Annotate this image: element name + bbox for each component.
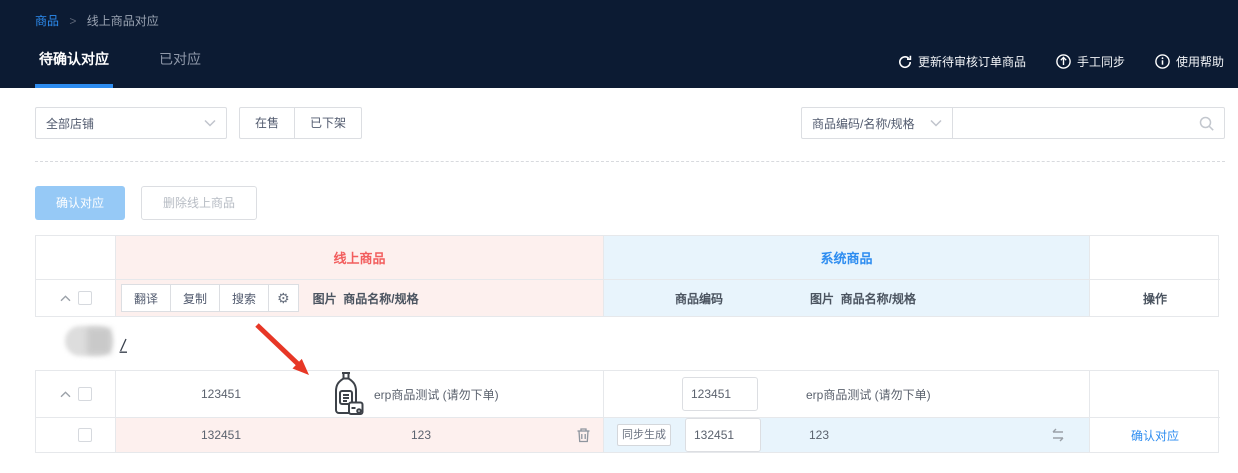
row-checkbox[interactable] — [78, 428, 92, 442]
product-match-table: 线上商品 系统商品 翻译 复制 搜索 ⚙ 图片 商品名称/规格 商品编码 图片 … — [35, 235, 1219, 453]
shop-filter-value: 全部店铺 — [46, 115, 94, 132]
row-select-cell — [36, 417, 116, 452]
swap-icon[interactable] — [1049, 428, 1067, 443]
shop-filter-select[interactable]: 全部店铺 — [35, 107, 227, 139]
row-action-cell — [1090, 371, 1220, 417]
online-product-name: erp商品测试 (请勿下单) — [374, 386, 499, 403]
redaction-artifact — [118, 337, 129, 354]
confirm-match-button[interactable]: 确认对应 — [35, 186, 125, 220]
online-product-code: 123451 — [116, 387, 326, 401]
dashed-divider — [35, 161, 1225, 162]
tab-matched[interactable]: 已对应 — [155, 49, 205, 88]
online-product-group-header: 线上商品 — [116, 236, 604, 279]
chevron-down-icon — [204, 119, 216, 127]
refresh-pending-order-products-button[interactable]: 更新待审核订单商品 — [898, 53, 1026, 70]
trash-icon[interactable] — [576, 427, 591, 443]
breadcrumb: 商品 > 线上商品对应 — [0, 0, 1238, 29]
system-code-input[interactable] — [682, 377, 758, 411]
breadcrumb-current: 线上商品对应 — [87, 14, 159, 28]
topbar: 商品 > 线上商品对应 待确认对应 已对应 更新待审核订单商品 手工同步 使用帮… — [0, 0, 1238, 88]
online-product-matching-page: 商品 > 线上商品对应 待确认对应 已对应 更新待审核订单商品 手工同步 使用帮… — [0, 0, 1238, 473]
gear-icon[interactable]: ⚙ — [268, 284, 299, 312]
search-type-value: 商品编码/名称/规格 — [812, 115, 915, 132]
system-product-group-header: 系统商品 — [604, 236, 1090, 279]
search-input[interactable] — [953, 108, 1224, 138]
breadcrumb-separator: > — [69, 14, 76, 28]
batch-toolbar: 确认对应 删除线上商品 — [35, 186, 1238, 220]
system-product-name: erp商品测试 (请勿下单) — [806, 386, 931, 403]
header-blank-cell-right — [1090, 236, 1220, 279]
search-tool-button[interactable]: 搜索 — [219, 284, 269, 312]
copy-button[interactable]: 复制 — [170, 284, 220, 312]
off-shelf-filter-button[interactable]: 已下架 — [294, 107, 362, 139]
store-group-row — [35, 317, 1219, 370]
row-select-cell — [36, 371, 116, 417]
chevron-up-icon[interactable] — [60, 391, 71, 398]
system-code-col-label: 商品编码 — [604, 290, 794, 307]
search-input-wrap — [953, 107, 1225, 139]
blur-redaction — [87, 328, 111, 354]
online-tools-group: 翻译 复制 搜索 ⚙ — [121, 284, 299, 312]
help-label: 使用帮助 — [1176, 53, 1224, 70]
row-action-cell: 确认对应 — [1090, 417, 1220, 452]
product-image-bottle[interactable] — [326, 371, 364, 417]
tab-bar: 待确认对应 已对应 — [35, 49, 205, 88]
sale-status-filter-group: 在售 已下架 — [239, 107, 362, 139]
select-all-cell — [36, 279, 116, 316]
manual-sync-icon — [1056, 54, 1071, 69]
system-product-name: 123 — [809, 428, 829, 442]
online-product-name: 123 — [326, 428, 516, 442]
action-col-label: 操作 — [1090, 279, 1220, 316]
translate-button[interactable]: 翻译 — [121, 284, 171, 312]
select-all-checkbox[interactable] — [78, 291, 92, 305]
chevron-up-icon[interactable] — [60, 295, 71, 302]
breadcrumb-link-products[interactable]: 商品 — [35, 14, 59, 28]
search-type-select[interactable]: 商品编码/名称/规格 — [801, 107, 953, 139]
system-product-cell: erp商品测试 (请勿下单) — [604, 371, 1090, 417]
online-cols-label: 图片 商品名称/规格 — [313, 290, 419, 307]
row-checkbox[interactable] — [78, 387, 92, 401]
search-icon[interactable] — [1199, 116, 1215, 132]
search-area: 商品编码/名称/规格 — [801, 107, 1225, 139]
filter-bar: 全部店铺 在售 已下架 商品编码/名称/规格 — [0, 88, 1238, 139]
online-product-cell: 132451 123 — [116, 417, 604, 452]
online-product-code: 132451 — [116, 428, 326, 442]
chevron-down-icon — [930, 119, 942, 127]
product-row-group: 123451 erp商品测试 (请勿下单) — [35, 370, 1219, 453]
manual-sync-label: 手工同步 — [1077, 53, 1125, 70]
system-product-cell: 同步生成 123 — [604, 417, 1090, 452]
topbar-actions: 更新待审核订单商品 手工同步 使用帮助 — [898, 53, 1224, 70]
on-sale-filter-button[interactable]: 在售 — [239, 107, 295, 139]
tab-pending-match[interactable]: 待确认对应 — [35, 49, 113, 88]
online-columns-header: 翻译 复制 搜索 ⚙ 图片 商品名称/规格 — [116, 279, 604, 316]
sync-generated-tag: 同步生成 — [617, 424, 671, 446]
system-columns-header: 商品编码 图片 商品名称/规格 — [604, 279, 1090, 316]
confirm-match-link[interactable]: 确认对应 — [1131, 427, 1179, 444]
manual-sync-button[interactable]: 手工同步 — [1056, 53, 1125, 70]
delete-online-product-button[interactable]: 删除线上商品 — [141, 186, 257, 220]
header-blank-cell — [36, 236, 116, 279]
table-header: 线上商品 系统商品 翻译 复制 搜索 ⚙ 图片 商品名称/规格 商品编码 图片 … — [35, 235, 1219, 317]
help-icon — [1155, 54, 1170, 69]
help-button[interactable]: 使用帮助 — [1155, 53, 1224, 70]
online-product-cell: 123451 erp商品测试 (请勿下单) — [116, 371, 604, 417]
refresh-pending-label: 更新待审核订单商品 — [918, 53, 1026, 70]
refresh-icon — [898, 55, 912, 69]
system-cols-label: 图片 商品名称/规格 — [810, 290, 916, 307]
system-code-input[interactable] — [685, 418, 761, 452]
